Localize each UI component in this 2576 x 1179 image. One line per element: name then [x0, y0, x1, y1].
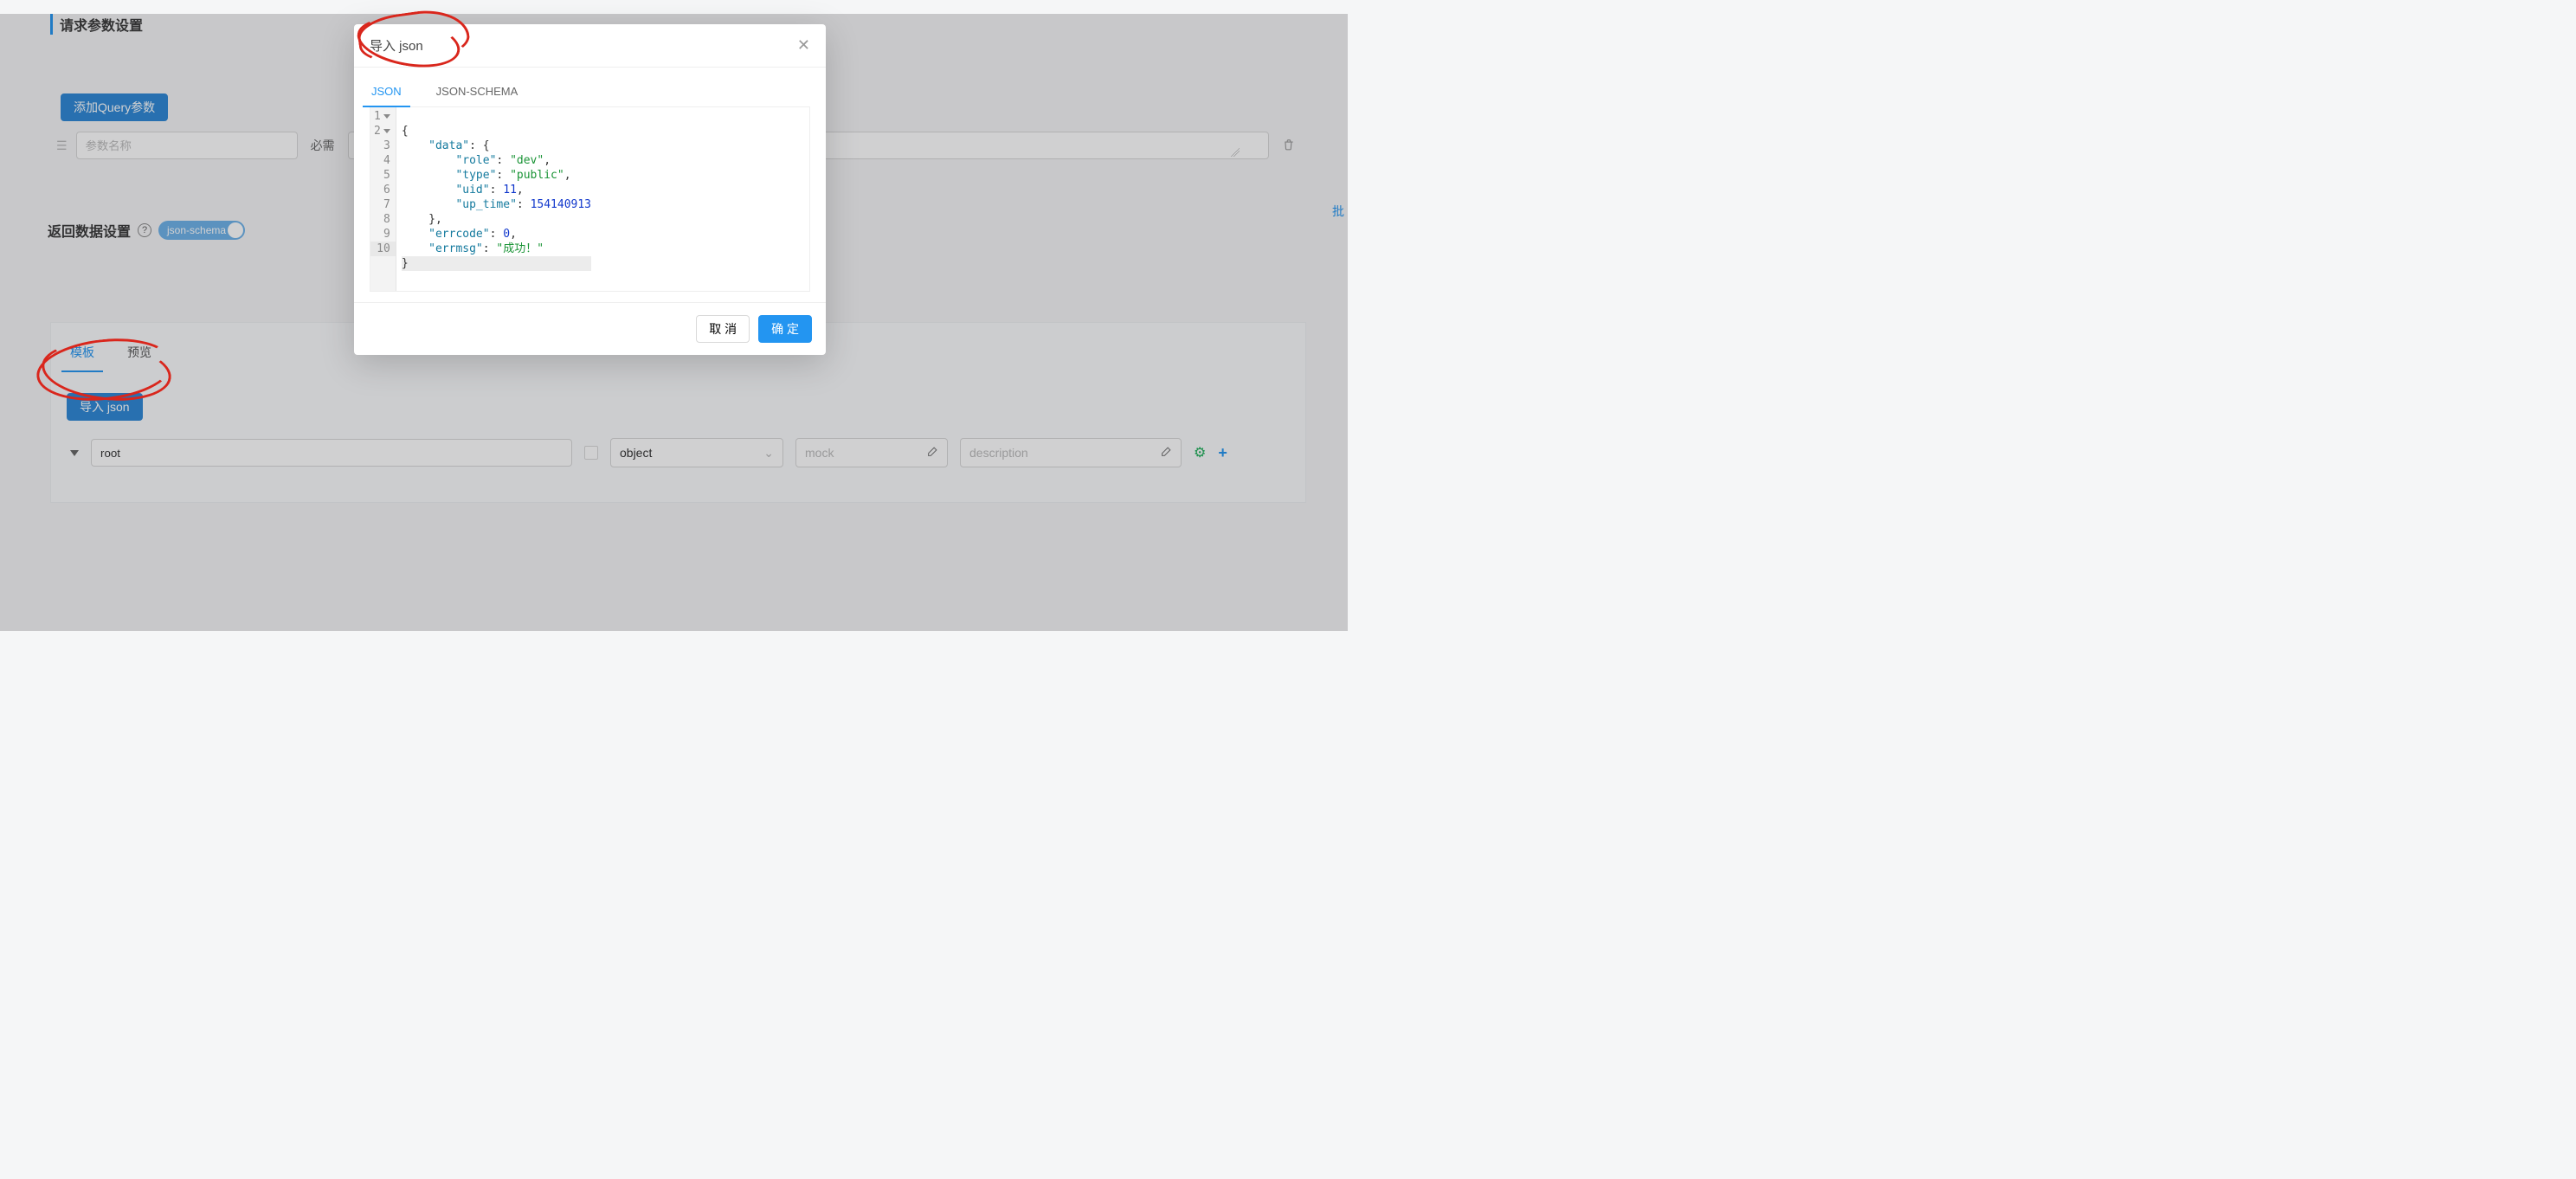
- line-number: 2: [374, 124, 381, 139]
- modal-title: 导入 json: [370, 36, 423, 55]
- editor-code[interactable]: { "data": { "role": "dev", "type": "publ…: [396, 107, 596, 291]
- modal-header: 导入 json ✕: [354, 24, 826, 68]
- modal-tab-json[interactable]: JSON: [370, 76, 403, 106]
- modal-tab-json-schema[interactable]: JSON-SCHEMA: [435, 76, 520, 106]
- cancel-button[interactable]: 取 消: [696, 315, 750, 343]
- line-number: 5: [383, 168, 390, 183]
- line-number: 8: [383, 212, 390, 227]
- line-number: 7: [383, 197, 390, 212]
- modal-tabs: JSON JSON-SCHEMA: [370, 76, 810, 107]
- modal-footer: 取 消 确 定: [354, 302, 826, 355]
- json-editor[interactable]: 1 2 3 4 5 6 7 8 9 10 { "data": { "role":…: [370, 106, 810, 292]
- ok-button[interactable]: 确 定: [758, 315, 812, 343]
- modal-body: JSON JSON-SCHEMA 1 2 3 4 5 6 7 8 9 10 { …: [354, 68, 826, 295]
- import-json-modal: 导入 json ✕ JSON JSON-SCHEMA 1 2 3 4 5 6 7…: [354, 24, 826, 355]
- fold-icon[interactable]: [383, 114, 390, 119]
- line-number: 9: [383, 227, 390, 242]
- line-number: 3: [383, 139, 390, 153]
- line-number: 10: [377, 242, 390, 256]
- line-number: 6: [383, 183, 390, 197]
- line-number: 1: [374, 109, 381, 124]
- close-icon[interactable]: ✕: [797, 36, 810, 55]
- editor-gutter: 1 2 3 4 5 6 7 8 9 10: [370, 107, 396, 291]
- fold-icon[interactable]: [383, 129, 390, 133]
- line-number: 4: [383, 153, 390, 168]
